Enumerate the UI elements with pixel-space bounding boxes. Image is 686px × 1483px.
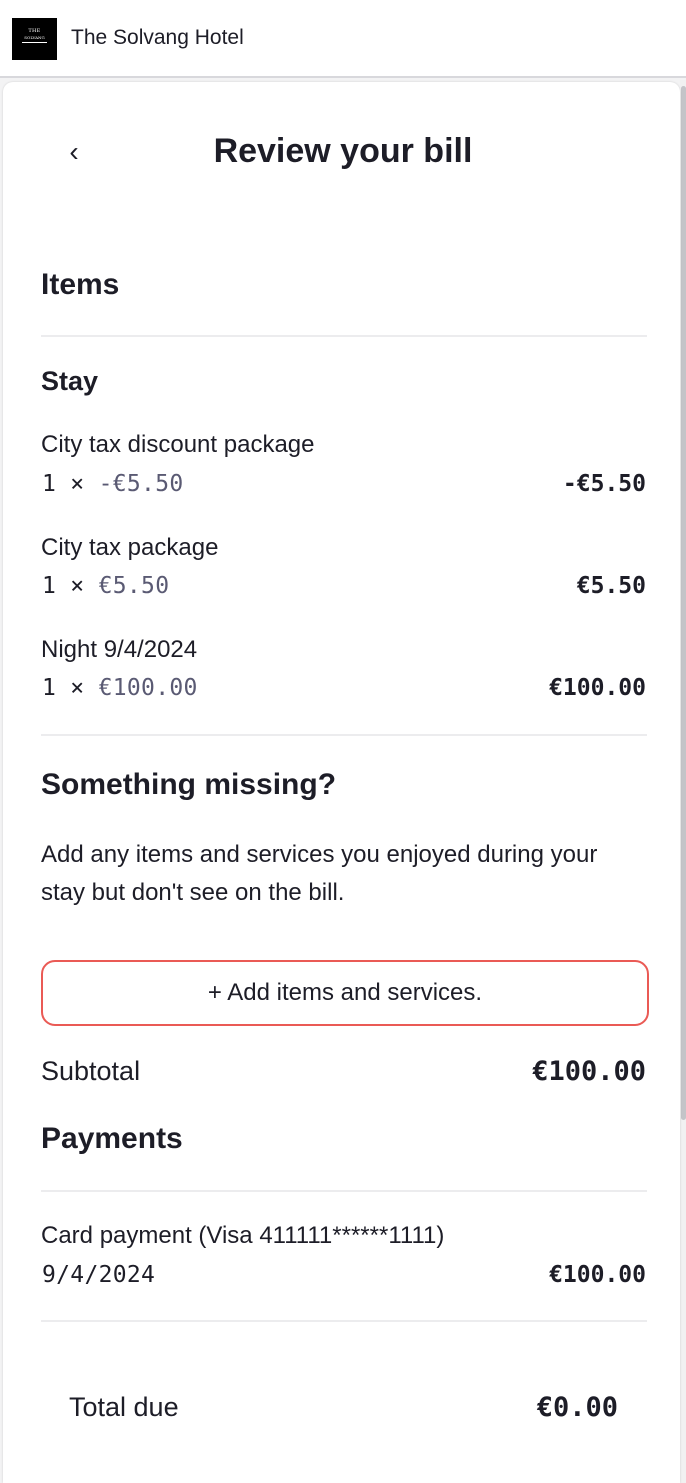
item-name: Night 9/4/2024 [41,636,198,663]
item-qty: 1 × [42,471,85,497]
item-qty-price: 1 × -€5.50 [42,471,184,497]
subtotal-label: Subtotal [41,1056,141,1086]
item-name: City tax discount package [41,431,315,458]
logo-text-line1: THE [28,28,41,34]
item-amount: -€5.50 [562,471,646,497]
item-amount: €5.50 [576,573,646,599]
item-qty-price: 1 × €5.50 [42,573,169,599]
something-missing-heading: Something missing? [41,768,337,801]
top-bar: THE SOLVANG The Solvang Hotel [0,0,686,78]
payments-heading: Payments [41,1122,183,1155]
item-unit-price: €100.00 [98,675,198,701]
item-unit-price: -€5.50 [98,471,184,497]
item-qty-price: 1 × €100.00 [42,675,198,701]
scrollbar-thumb[interactable] [681,86,686,1120]
item-qty: 1 × [42,573,85,599]
total-due-amount: €0.00 [536,1392,618,1423]
logo-text-line2: SOLVANG [24,35,45,40]
divider [41,734,647,736]
total-due-label: Total due [69,1392,179,1422]
hotel-logo[interactable]: THE SOLVANG [12,18,57,60]
payment-date: 9/4/2024 [42,1262,156,1288]
divider [41,1190,647,1192]
item-amount: €100.00 [549,675,646,701]
items-heading: Items [41,268,120,301]
something-missing-description: Add any items and services you enjoyed d… [41,841,598,906]
item-name: City tax package [41,534,219,561]
page-title: Review your bill [213,132,473,170]
divider [41,335,647,337]
hotel-name: The Solvang Hotel [71,26,244,49]
add-items-button[interactable]: + Add items and services. [41,960,649,1026]
payment-amount: €100.00 [549,1262,646,1288]
stay-heading: Stay [41,366,99,396]
payment-label: Card payment (Visa 411111******1111) [41,1222,445,1249]
subtotal-amount: €100.00 [532,1056,646,1087]
logo-rule [22,42,47,43]
item-qty: 1 × [42,675,85,701]
item-unit-price: €5.50 [98,573,170,599]
divider [41,1320,647,1322]
